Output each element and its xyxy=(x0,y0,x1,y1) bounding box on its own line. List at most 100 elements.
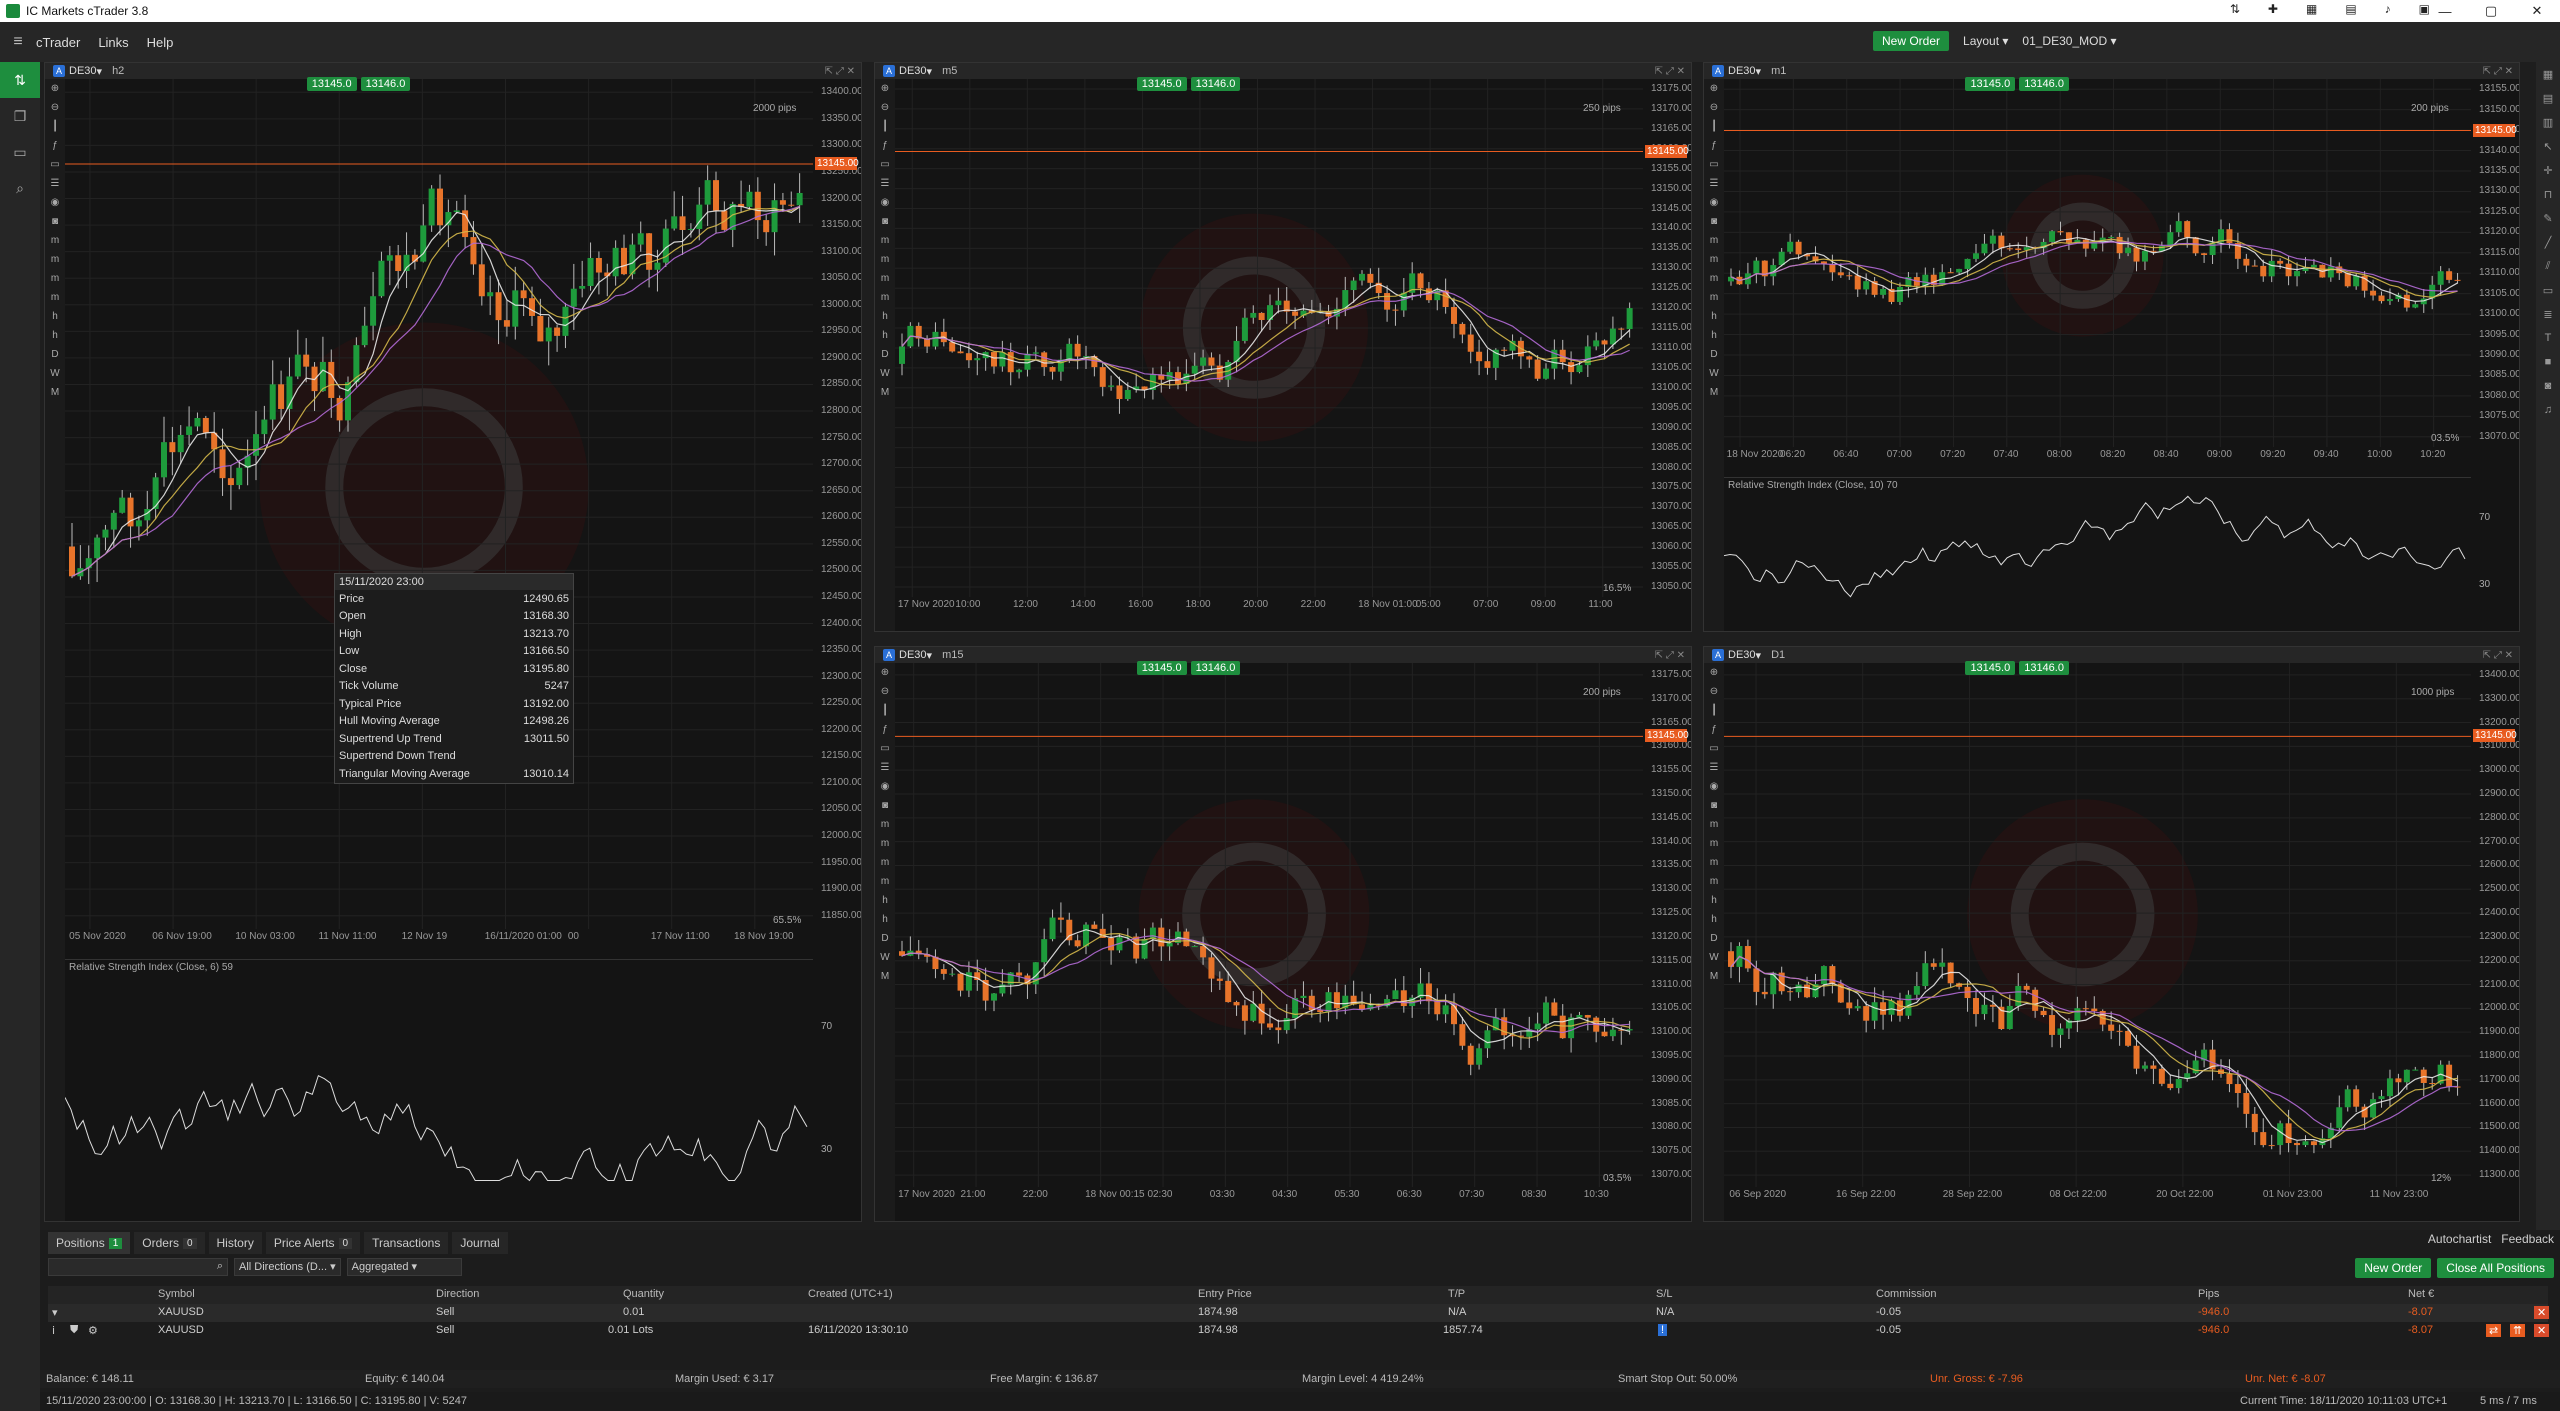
tab-price-alerts[interactable]: Price Alerts 0 xyxy=(265,1232,361,1254)
chart-symbol[interactable]: DE30 xyxy=(899,649,927,661)
tf-mn-button[interactable]: M xyxy=(875,383,895,402)
tab-journal[interactable]: Journal xyxy=(452,1232,508,1254)
close-all-positions-button[interactable]: Close All Positions xyxy=(2437,1258,2554,1278)
screenshot-icon[interactable]: ◙ xyxy=(875,796,895,815)
rsi-panel[interactable]: Relative Strength Index (Close, 6) 59 70 3… xyxy=(65,959,832,1204)
layout-dropdown[interactable]: Layout ▾ xyxy=(1963,34,2008,48)
hamburger-icon[interactable]: ≡ xyxy=(0,33,36,51)
tf-m15-button[interactable]: m xyxy=(1704,853,1724,872)
chart-panel-m1[interactable]: A DE30 ▾ m1 ⇱ ⤢ ✕ ⊕ ⊖ ┃ ƒ ▭ ☰ ◉ ◙ m m m … xyxy=(1703,62,2520,632)
tf-h4-button[interactable]: h xyxy=(875,326,895,345)
chart-window-controls[interactable]: ⇱ ⤢ ✕ xyxy=(825,66,855,77)
tf-mn-button[interactable]: M xyxy=(875,967,895,986)
buy-price-button[interactable]: 13146.0 xyxy=(1190,77,1241,91)
sound-icon[interactable]: ♪ xyxy=(2385,2,2391,16)
tf-m5-button[interactable]: m xyxy=(875,250,895,269)
zoom-level[interactable]: 03.5% xyxy=(2431,433,2459,444)
tf-h1-button[interactable]: h xyxy=(1704,891,1724,910)
candle-type-icon[interactable]: ┃ xyxy=(875,117,895,136)
fill-icon[interactable]: ■ xyxy=(2536,350,2560,374)
symbol-search-input[interactable]: ⌕ xyxy=(48,1258,228,1276)
column-header[interactable]: S/L xyxy=(1656,1288,1673,1300)
symbol-dropdown-icon[interactable]: ▾ xyxy=(927,65,933,78)
tf-mn-button[interactable]: M xyxy=(1704,383,1724,402)
tab-orders[interactable]: Orders 0 xyxy=(134,1232,205,1254)
column-header[interactable]: Pips xyxy=(2198,1288,2219,1300)
chart-symbol[interactable]: DE30 xyxy=(1728,649,1756,661)
chart-symbol[interactable]: DE30 xyxy=(899,65,927,77)
tab-positions[interactable]: Positions 1 xyxy=(48,1232,131,1254)
screenshot-icon[interactable]: ◙ xyxy=(1704,796,1724,815)
column-header[interactable]: Entry Price xyxy=(1198,1288,1252,1300)
info-icon[interactable]: ⅰ xyxy=(52,1324,55,1337)
zoom-in-icon[interactable]: ⊕ xyxy=(45,79,65,98)
tf-m1-button[interactable]: m xyxy=(875,231,895,250)
maximize-button[interactable]: ▢ xyxy=(2468,0,2514,22)
chart-timeframe[interactable]: D1 xyxy=(1771,649,1785,661)
tf-m30-button[interactable]: m xyxy=(45,288,65,307)
protection-icon[interactable]: ⛊ xyxy=(70,1324,78,1337)
price-plot[interactable] xyxy=(895,79,1643,597)
tf-m15-button[interactable]: m xyxy=(875,853,895,872)
templates-icon[interactable]: ▭ xyxy=(875,739,895,758)
tf-m15-button[interactable]: m xyxy=(45,269,65,288)
chart-timeframe[interactable]: h2 xyxy=(112,65,124,77)
candle-type-icon[interactable]: ┃ xyxy=(1704,117,1724,136)
tf-m5-button[interactable]: m xyxy=(45,250,65,269)
tf-h1-button[interactable]: h xyxy=(875,307,895,326)
aggregation-filter[interactable]: Aggregated ▾ xyxy=(346,1258,462,1276)
column-header[interactable]: Created (UTC+1) xyxy=(808,1288,893,1300)
tf-m15-button[interactable]: m xyxy=(1704,269,1724,288)
zoom-out-icon[interactable]: ⊖ xyxy=(875,682,895,701)
alert-bell-icon[interactable]: ♫ xyxy=(2536,398,2560,422)
chart-timeframe[interactable]: m1 xyxy=(1771,65,1786,77)
chart-window-controls[interactable]: ⇱ ⤢ ✕ xyxy=(2483,66,2513,77)
autochartist-button[interactable]: Autochartist xyxy=(2428,1232,2491,1246)
zoom-out-icon[interactable]: ⊖ xyxy=(875,98,895,117)
symbol-dropdown-icon[interactable]: ▾ xyxy=(927,649,933,662)
tf-m5-button[interactable]: m xyxy=(1704,834,1724,853)
sell-price-button[interactable]: 13145.0 xyxy=(1965,661,2016,675)
chart-window-controls[interactable]: ⇱ ⤢ ✕ xyxy=(2483,650,2513,661)
line-tool-icon[interactable]: ╱ xyxy=(2536,230,2560,254)
zoom-in-icon[interactable]: ⊕ xyxy=(875,79,895,98)
zoom-in-icon[interactable]: ⊕ xyxy=(875,663,895,682)
tf-mn-button[interactable]: M xyxy=(1704,967,1724,986)
tf-h1-button[interactable]: h xyxy=(1704,307,1724,326)
tf-w1-button[interactable]: W xyxy=(875,948,895,967)
indicators-icon[interactable]: ƒ xyxy=(875,720,895,739)
rsi-panel[interactable]: Relative Strength Index (Close, 10) 70 70… xyxy=(1724,477,2490,612)
time-axis[interactable]: 17 Nov 2020 21:00 22:00 18 Nov 00:15 02:30 03… xyxy=(895,1189,1643,1203)
price-plot[interactable] xyxy=(1724,79,2471,447)
sell-price-button[interactable]: 13145.0 xyxy=(1136,77,1187,91)
menu-help[interactable]: Help xyxy=(147,35,174,50)
sell-price-button[interactable]: 13145.0 xyxy=(1136,661,1187,675)
tf-d1-button[interactable]: D xyxy=(1704,345,1724,364)
zoom-in-icon[interactable]: ⊕ xyxy=(1704,79,1724,98)
zoom-out-icon[interactable]: ⊖ xyxy=(1704,682,1724,701)
chart-panel-m15[interactable]: A DE30 ▾ m15 ⇱ ⤢ ✕ ⊕ ⊖ ┃ ƒ ▭ ☰ ◉ ◙ m m m… xyxy=(874,646,1692,1222)
layers-icon[interactable]: ☰ xyxy=(1704,758,1724,777)
price-plot[interactable] xyxy=(1724,663,2471,1187)
magnet-icon[interactable]: ⊓ xyxy=(2536,182,2560,206)
zoom-level[interactable]: 03.5% xyxy=(1603,1173,1631,1184)
close-position-icon[interactable]: ✕ xyxy=(2534,1324,2550,1337)
channel-tool-icon[interactable]: ⫽ xyxy=(2536,254,2560,278)
sell-price-button[interactable]: 13145.0 xyxy=(306,77,357,91)
sync-icon[interactable]: ⇅ xyxy=(2230,2,2240,16)
price-plot[interactable] xyxy=(65,79,813,929)
tf-w1-button[interactable]: W xyxy=(1704,364,1724,383)
layers-icon[interactable]: ☰ xyxy=(1704,174,1724,193)
chart-symbol[interactable]: DE30 xyxy=(69,65,97,77)
column-header[interactable]: Net € xyxy=(2408,1288,2434,1300)
tf-d1-button[interactable]: D xyxy=(45,345,65,364)
column-header[interactable]: Symbol xyxy=(158,1288,195,1300)
chart-window-controls[interactable]: ⇱ ⤢ ✕ xyxy=(1655,66,1685,77)
calculator-icon[interactable]: ▦ xyxy=(2306,2,2317,16)
layout-grid-icon[interactable]: ▥ xyxy=(2536,110,2560,134)
candle-type-icon[interactable]: ┃ xyxy=(875,701,895,720)
tf-d1-button[interactable]: D xyxy=(875,929,895,948)
tf-h4-button[interactable]: h xyxy=(1704,326,1724,345)
analyze-icon[interactable]: ⌕ xyxy=(0,170,40,206)
templates-icon[interactable]: ▭ xyxy=(1704,739,1724,758)
